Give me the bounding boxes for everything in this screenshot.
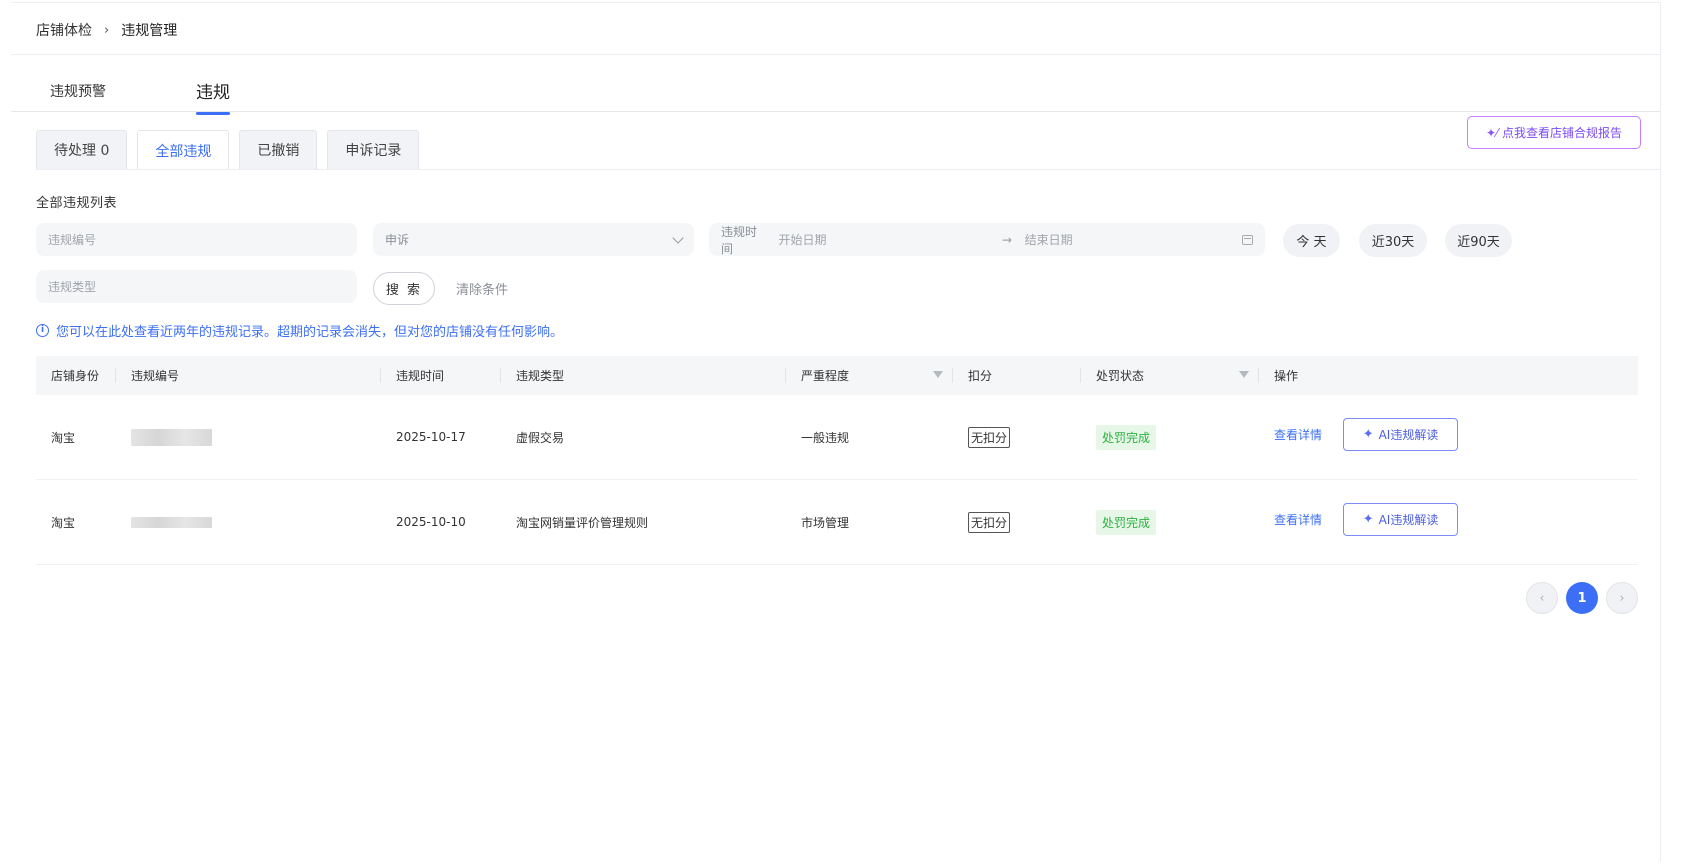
header-shop: 店铺身份 <box>36 356 116 395</box>
appeal-select-value: 申诉 <box>385 233 410 247</box>
header-violation-no: 违规编号 <box>116 356 381 395</box>
filter-icon[interactable] <box>1239 371 1249 378</box>
view-details-link[interactable]: 查看详情 <box>1274 511 1322 528</box>
points-badge: 无扣分 <box>968 511 1011 533</box>
sparkle-icon: ✦ <box>1362 511 1374 527</box>
pagination-prev-button[interactable]: ‹ <box>1526 582 1558 614</box>
cell-points: 无扣分 <box>953 395 1081 479</box>
violation-no-input[interactable] <box>48 232 345 247</box>
cell-status: 处罚完成 <box>1081 480 1259 564</box>
table-header: 店铺身份 违规编号 违规时间 违规类型 严重程度 扣分 处罚状态 操作 <box>36 356 1638 395</box>
section-title: 全部违规列表 <box>36 196 118 211</box>
subtab-revoked[interactable]: 已撤销 <box>239 130 318 169</box>
header-status[interactable]: 处罚状态 <box>1081 356 1259 395</box>
breadcrumb-current: 违规管理 <box>121 23 178 39</box>
violation-type-field[interactable] <box>36 270 357 303</box>
violation-no-field[interactable] <box>36 223 357 256</box>
quick-30-days-button[interactable]: 近30天 <box>1359 224 1427 257</box>
cell-time: 2025-10-17 <box>396 430 466 444</box>
cell-violation-no <box>116 395 381 479</box>
subtab-pending[interactable]: 待处理 0 <box>36 130 128 169</box>
subtab-appeal-records[interactable]: 申诉记录 <box>327 130 420 169</box>
notice-text: 您可以在此处查看近两年的违规记录。超期的记录会消失，但对您的店铺没有任何影响。 <box>56 325 564 340</box>
notice: i 您可以在此处查看近两年的违规记录。超期的记录会消失，但对您的店铺没有任何影响… <box>36 321 563 340</box>
breadcrumb-parent[interactable]: 店铺体检 <box>36 20 92 40</box>
tab-violation-warning[interactable]: 违规预警 <box>50 81 106 115</box>
main-tabs: 违规预警 违规 <box>50 78 230 115</box>
subtab-all-violations[interactable]: 全部违规 <box>137 130 230 170</box>
chevron-down-icon <box>672 231 684 244</box>
breadcrumb: 店铺体检 › 违规管理 <box>36 20 177 40</box>
tab-violation[interactable]: 违规 <box>196 78 230 115</box>
header-status-label: 处罚状态 <box>1096 369 1145 383</box>
cell-severity: 市场管理 <box>801 515 850 530</box>
compliance-report-label: 点我查看店铺合规报告 <box>1502 126 1623 140</box>
redacted-id <box>131 428 212 446</box>
violation-type-input[interactable] <box>48 279 345 294</box>
divider <box>11 54 1661 55</box>
quick-90-days-button[interactable]: 近90天 <box>1445 224 1512 257</box>
filter-icon[interactable] <box>933 371 943 378</box>
cell-shop: 淘宝 <box>51 515 76 530</box>
violation-table: 店铺身份 违规编号 违规时间 违规类型 严重程度 扣分 处罚状态 操作 淘宝 2… <box>36 356 1638 565</box>
search-button[interactable]: 搜 索 <box>373 272 435 305</box>
compliance-report-button[interactable]: ✦⁄ 点我查看店铺合规报告 <box>1467 116 1641 149</box>
header-action: 操作 <box>1274 369 1299 383</box>
ai-interpret-label: AI违规解读 <box>1378 427 1439 442</box>
cell-violation-no <box>116 480 381 564</box>
cell-actions: 查看详情 ✦ AI违规解读 <box>1259 480 1638 564</box>
cell-type: 虚假交易 <box>516 430 565 445</box>
info-icon: i <box>36 324 49 337</box>
cell-shop: 淘宝 <box>51 430 76 445</box>
violation-time-range[interactable]: 违规时间 开始日期 → 结束日期 <box>709 223 1265 256</box>
header-points: 扣分 <box>953 356 1081 395</box>
cell-type: 淘宝网销量评价管理规则 <box>516 515 649 530</box>
points-badge: 无扣分 <box>968 426 1011 448</box>
cell-status: 处罚完成 <box>1081 395 1259 479</box>
divider <box>11 111 1661 112</box>
redacted-id <box>131 516 212 528</box>
sparkle-icon: ✦ <box>1362 426 1374 442</box>
view-details-link[interactable]: 查看详情 <box>1274 426 1322 443</box>
magic-wand-icon: ✦⁄ <box>1485 125 1499 140</box>
calendar-icon[interactable] <box>1242 234 1253 245</box>
pagination-page-1[interactable]: 1 <box>1566 582 1598 614</box>
start-date-input[interactable]: 开始日期 <box>778 231 1001 248</box>
appeal-select[interactable]: 申诉 <box>373 223 694 256</box>
divider <box>36 169 1661 170</box>
table-row: 淘宝 2025-10-17 虚假交易 一般违规 无扣分 处罚完成 查看详情 ✦ … <box>36 395 1638 480</box>
clear-conditions-link[interactable]: 清除条件 <box>456 279 508 298</box>
cell-time: 2025-10-10 <box>396 515 466 529</box>
cell-points: 无扣分 <box>953 480 1081 564</box>
ai-interpret-button[interactable]: ✦ AI违规解读 <box>1343 417 1459 451</box>
ai-interpret-button[interactable]: ✦ AI违规解读 <box>1343 502 1459 536</box>
table-row: 淘宝 2025-10-10 淘宝网销量评价管理规则 市场管理 无扣分 处罚完成 … <box>36 480 1638 565</box>
status-badge: 处罚完成 <box>1096 424 1157 450</box>
sub-tabs: 待处理 0 全部违规 已撤销 申诉记录 <box>36 130 420 170</box>
status-badge: 处罚完成 <box>1096 509 1157 535</box>
end-date-input[interactable]: 结束日期 <box>1025 231 1242 248</box>
quick-today-button[interactable]: 今 天 <box>1283 224 1340 257</box>
chevron-right-icon: › <box>104 22 110 38</box>
header-violation-time: 违规时间 <box>381 356 501 395</box>
header-violation-type: 违规类型 <box>501 356 786 395</box>
violation-time-label: 违规时间 <box>721 224 758 256</box>
header-severity-label: 严重程度 <box>801 369 850 383</box>
cell-severity: 一般违规 <box>801 430 850 445</box>
pagination-next-button[interactable]: › <box>1606 582 1638 614</box>
arrow-right-icon: → <box>1001 232 1012 247</box>
header-severity[interactable]: 严重程度 <box>786 356 953 395</box>
cell-actions: 查看详情 ✦ AI违规解读 <box>1259 395 1638 479</box>
ai-interpret-label: AI违规解读 <box>1378 512 1439 527</box>
